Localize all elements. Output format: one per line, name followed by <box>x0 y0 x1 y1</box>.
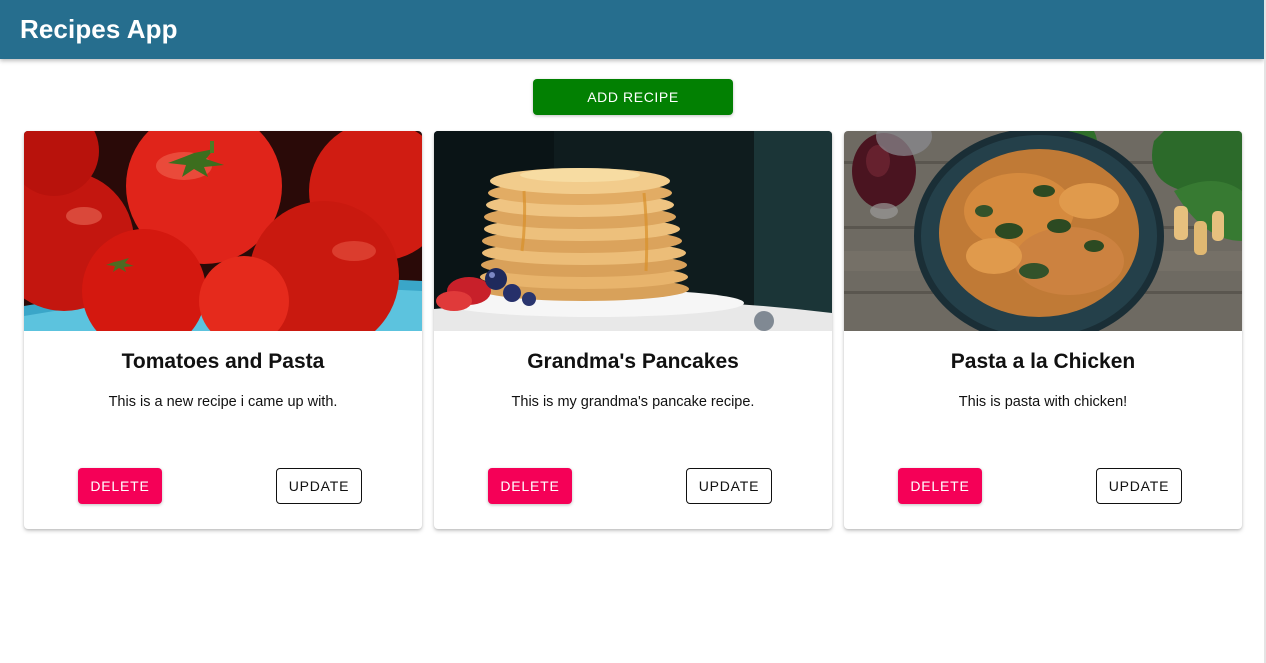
recipe-title: Tomatoes and Pasta <box>121 350 325 373</box>
recipe-card: Grandma's Pancakes This is my grandma's … <box>434 131 832 529</box>
recipe-card: Pasta a la Chicken This is pasta with ch… <box>844 131 1242 529</box>
update-button[interactable]: UPDATE <box>276 468 362 504</box>
recipe-description: This is pasta with chicken! <box>958 394 1128 410</box>
delete-button[interactable]: DELETE <box>78 468 162 504</box>
recipe-image-pancakes <box>434 131 832 331</box>
recipe-title: Pasta a la Chicken <box>950 350 1136 373</box>
app-bar: Recipes App <box>0 0 1264 59</box>
delete-button[interactable]: DELETE <box>488 468 572 504</box>
add-recipe-button[interactable]: ADD RECIPE <box>533 79 733 115</box>
recipe-description: This is my grandma's pancake recipe. <box>511 394 755 410</box>
recipe-title: Grandma's Pancakes <box>527 350 739 373</box>
recipe-card: Tomatoes and Pasta This is a new recipe … <box>24 131 422 529</box>
recipe-image-pasta <box>844 131 1242 331</box>
app-title: Recipes App <box>20 14 178 44</box>
recipe-image-tomatoes <box>24 131 422 331</box>
update-button[interactable]: UPDATE <box>1096 468 1182 504</box>
delete-button[interactable]: DELETE <box>898 468 982 504</box>
recipe-description: This is a new recipe i came up with. <box>108 394 338 410</box>
update-button[interactable]: UPDATE <box>686 468 772 504</box>
page: Recipes App ADD RECIPE Tomatoes and Past… <box>0 0 1266 663</box>
